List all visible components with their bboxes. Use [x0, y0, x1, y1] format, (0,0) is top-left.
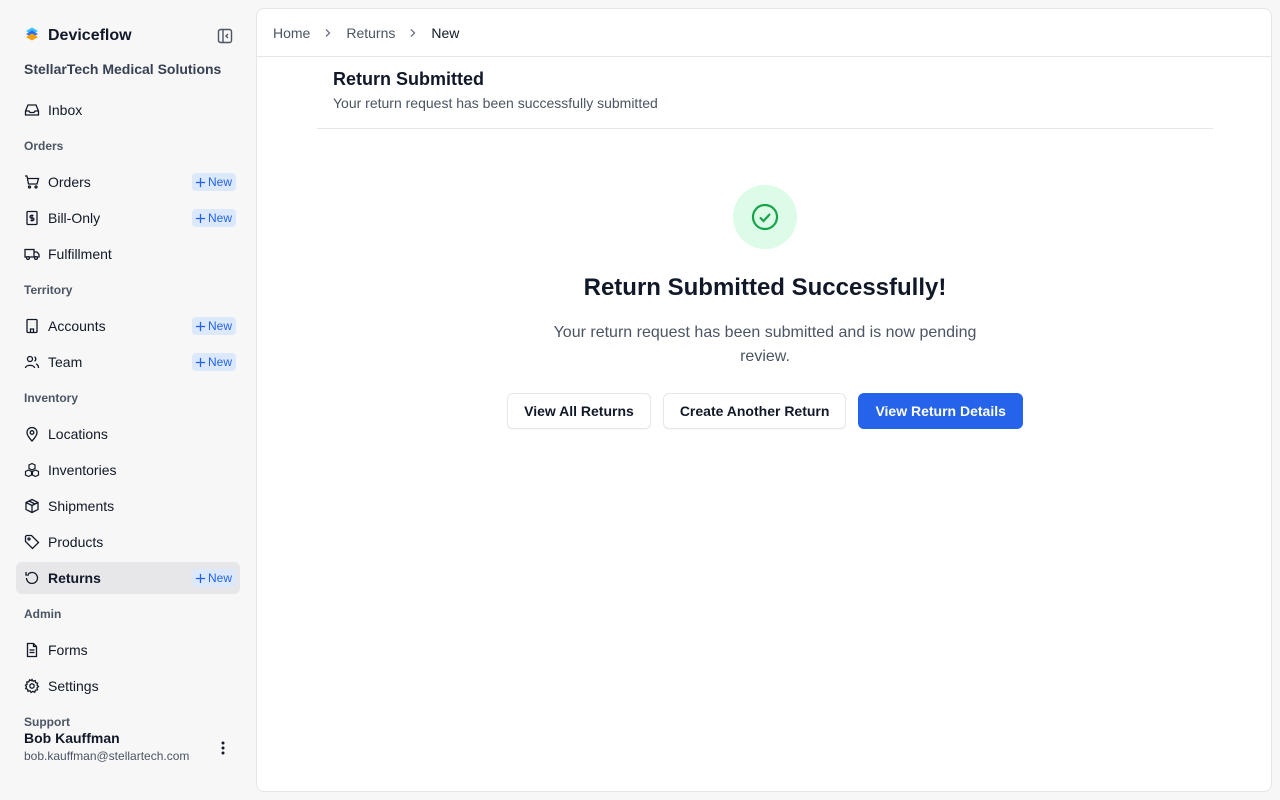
- building-icon: [24, 318, 40, 334]
- sidebar-item-label: Fulfillment: [48, 246, 112, 262]
- deviceflow-logo-icon: [24, 26, 40, 47]
- section-label-admin: Admin: [24, 607, 62, 621]
- tag-icon: [24, 534, 40, 550]
- plus-icon: [195, 177, 206, 187]
- sidebar-item-orders[interactable]: Orders New: [16, 166, 240, 198]
- breadcrumb: Home Returns New: [257, 9, 1271, 57]
- package-icon: [24, 498, 40, 514]
- sidebar-item-label: Orders: [48, 174, 91, 190]
- new-badge-label: New: [207, 319, 232, 333]
- view-return-details-button[interactable]: View Return Details: [858, 393, 1023, 429]
- create-another-return-button[interactable]: Create Another Return: [662, 393, 847, 429]
- user-profile[interactable]: Bob Kauffman bob.kauffman@stellartech.co…: [24, 730, 240, 763]
- sidebar-item-label: Inbox: [48, 102, 83, 118]
- user-email: bob.kauffman@stellartech.com: [24, 749, 190, 763]
- sidebar-item-locations[interactable]: Locations: [16, 418, 240, 450]
- sidebar-item-inbox[interactable]: Inbox: [16, 94, 240, 126]
- brand-name: Deviceflow: [48, 27, 132, 44]
- sidebar-item-label: Accounts: [48, 318, 106, 334]
- sidebar-item-label: Team: [48, 354, 83, 370]
- file-text-icon: [24, 642, 40, 658]
- section-label-territory: Territory: [24, 283, 73, 297]
- page-header: Return Submitted Your return request has…: [317, 69, 1213, 111]
- sidebar-item-label: Returns: [48, 570, 101, 586]
- sidebar-item-label: Locations: [48, 426, 108, 442]
- sidebar-item-label: Products: [48, 534, 104, 550]
- main-panel: Home Returns New Return Submitted Your r…: [256, 8, 1272, 792]
- brand[interactable]: Deviceflow: [24, 24, 132, 48]
- new-account-button[interactable]: New: [191, 317, 236, 335]
- user-menu-button[interactable]: [213, 738, 233, 758]
- sidebar-nav: Inbox Orders Orders New Bill-Only New Fu…: [16, 94, 240, 742]
- new-badge-label: New: [207, 355, 232, 369]
- new-badge-label: New: [207, 211, 232, 225]
- receipt-dollar-icon: [24, 210, 40, 226]
- plus-icon: [195, 357, 206, 367]
- view-all-returns-button[interactable]: View All Returns: [507, 393, 651, 429]
- panel-left-icon: [217, 28, 233, 44]
- breadcrumb-current: New: [431, 24, 460, 41]
- section-label-inventory: Inventory: [24, 391, 79, 405]
- success-check-icon: [733, 185, 797, 249]
- sidebar-item-label: Inventories: [48, 462, 117, 478]
- success-message: Your return request has been submitted a…: [553, 324, 977, 365]
- rotate-ccw-icon: [24, 570, 40, 586]
- sidebar-item-accounts[interactable]: Accounts New: [16, 310, 240, 342]
- sidebar-item-shipments[interactable]: Shipments: [16, 490, 240, 522]
- breadcrumb-returns[interactable]: Returns: [346, 25, 395, 41]
- new-return-button[interactable]: New: [191, 569, 236, 587]
- sidebar-item-bill-only[interactable]: Bill-Only New: [16, 202, 240, 234]
- sidebar-item-team[interactable]: Team New: [16, 346, 240, 378]
- sidebar-item-settings[interactable]: Settings: [16, 670, 240, 702]
- sidebar-item-label: Settings: [48, 678, 99, 694]
- users-icon: [24, 354, 40, 370]
- chevron-right-icon: [405, 25, 421, 41]
- sidebar-item-inventories[interactable]: Inventories: [16, 454, 240, 486]
- new-badge-label: New: [207, 175, 232, 189]
- sidebar-item-products[interactable]: Products: [16, 526, 240, 558]
- page-subtitle: Your return request has been successfull…: [333, 95, 658, 111]
- plus-icon: [195, 573, 206, 583]
- boxes-icon: [24, 462, 40, 478]
- sidebar-item-label: Shipments: [48, 498, 115, 514]
- sidebar-collapse-button[interactable]: [214, 25, 236, 47]
- organization-name: StellarTech Medical Solutions: [24, 61, 222, 77]
- new-badge-label: New: [207, 571, 232, 585]
- gear-icon: [24, 678, 40, 694]
- divider: [317, 128, 1213, 129]
- action-buttons: View All Returns Create Another Return V…: [257, 393, 1273, 429]
- page-title: Return Submitted: [333, 69, 484, 89]
- new-team-member-button[interactable]: New: [191, 353, 236, 371]
- more-vertical-icon: [221, 741, 225, 755]
- sidebar-item-fulfillment[interactable]: Fulfillment: [16, 238, 240, 270]
- cart-icon: [24, 174, 40, 190]
- sidebar-item-label: Bill-Only: [48, 210, 101, 226]
- chevron-right-icon: [320, 25, 336, 41]
- map-pin-icon: [24, 426, 40, 442]
- section-label-orders: Orders: [24, 139, 64, 153]
- sidebar-item-label: Forms: [48, 642, 88, 658]
- sidebar-item-forms[interactable]: Forms: [16, 634, 240, 666]
- sidebar: Deviceflow StellarTech Medical Solutions…: [0, 0, 256, 800]
- plus-icon: [195, 213, 206, 223]
- sidebar-item-returns[interactable]: Returns New: [16, 562, 240, 594]
- truck-icon: [24, 246, 40, 262]
- user-name: Bob Kauffman: [24, 730, 120, 746]
- success-title: Return Submitted Successfully!: [583, 274, 947, 301]
- inbox-icon: [24, 102, 40, 118]
- breadcrumb-home[interactable]: Home: [273, 25, 310, 41]
- plus-icon: [195, 321, 206, 331]
- new-bill-only-button[interactable]: New: [191, 209, 236, 227]
- new-order-button[interactable]: New: [191, 173, 236, 191]
